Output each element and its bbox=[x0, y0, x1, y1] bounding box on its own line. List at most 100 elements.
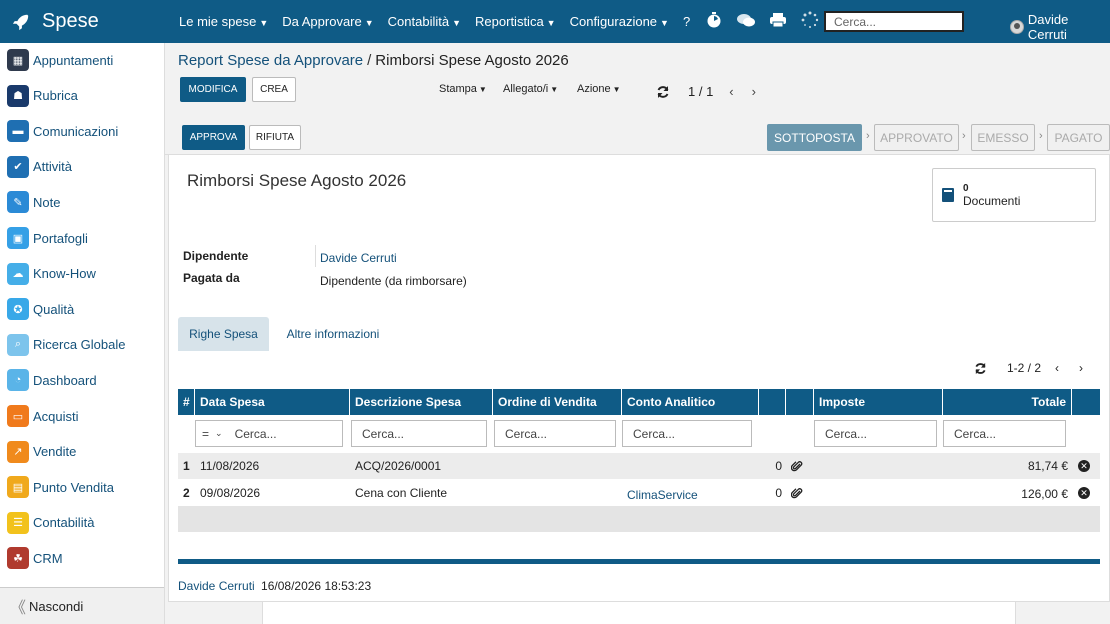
column-header: # bbox=[178, 389, 195, 415]
breadcrumb-parent[interactable]: Report Spese da Approvare bbox=[178, 52, 363, 69]
sidebar-item-label: Vendite bbox=[33, 444, 77, 460]
sidebar-item-acquisti[interactable]: ▭ Acquisti bbox=[0, 401, 164, 431]
row-description: Cena con Cliente bbox=[355, 486, 448, 500]
refresh-icon[interactable] bbox=[656, 85, 670, 99]
sidebar-item-label: Portafogli bbox=[33, 230, 88, 246]
column-header[interactable]: Conto Analitico bbox=[622, 389, 759, 415]
stage-issued[interactable]: EMESSO bbox=[971, 124, 1035, 151]
create-button[interactable]: CREA bbox=[252, 77, 296, 102]
stage-approved[interactable]: APPROVATO bbox=[874, 124, 959, 151]
row-total: 81,74 € bbox=[1027, 459, 1068, 473]
total-filter[interactable] bbox=[943, 420, 1066, 447]
column-header[interactable]: Descrizione Spesa bbox=[350, 389, 493, 415]
sidebar-item-comunicazioni[interactable]: ▬ Comunicazioni bbox=[0, 116, 164, 146]
next-page-button[interactable]: › bbox=[1079, 361, 1083, 375]
date-filter[interactable]: = ⌄ Cerca... bbox=[195, 420, 343, 447]
delete-row-icon[interactable]: ✕ bbox=[1072, 453, 1100, 479]
column-header[interactable]: Imposte bbox=[814, 389, 943, 415]
stage-submitted[interactable]: SOTTOPOSTA bbox=[767, 124, 862, 151]
user-name: Davide Cerruti bbox=[1027, 12, 1069, 42]
chat-bubbles-icon[interactable] bbox=[736, 10, 756, 30]
sidebar-item-portafogli[interactable]: ▣ Portafogli bbox=[0, 223, 164, 253]
table-header: # Data Spesa Descrizione Spesa Ordine di… bbox=[178, 389, 1100, 415]
column-header[interactable]: Data Spesa bbox=[195, 389, 350, 415]
prev-page-button[interactable]: ‹ bbox=[1055, 361, 1059, 375]
sidebar-item-qualit[interactable]: ✪ Qualità bbox=[0, 294, 164, 324]
stage-arrow-icon: › bbox=[1039, 130, 1043, 142]
sidebar-item-label: CRM bbox=[33, 550, 63, 566]
sidebar-item-crm[interactable]: ☘ CRM bbox=[0, 543, 164, 573]
paperclip-icon[interactable] bbox=[786, 480, 814, 506]
prev-record-button[interactable]: ‹ bbox=[729, 84, 733, 99]
sidebar-item-appuntamenti[interactable]: ▦ Appuntamenti bbox=[0, 45, 164, 75]
employee-value[interactable]: Davide Cerruti bbox=[320, 251, 397, 265]
caret-down-icon: ▼ bbox=[546, 18, 556, 28]
timer-icon[interactable] bbox=[704, 10, 724, 30]
menu-le-mie-spese[interactable]: Le mie spese ▼ bbox=[179, 14, 268, 29]
row-description: ACQ/2026/0001 bbox=[355, 459, 442, 473]
refresh-icon[interactable] bbox=[974, 362, 987, 375]
menu-reportistica[interactable]: Reportistica ▼ bbox=[475, 14, 556, 29]
action-dropdown[interactable]: Azione ▼ bbox=[577, 83, 621, 95]
sidebar-item-contabilit[interactable]: ☰ Contabilità bbox=[0, 508, 164, 538]
table-row[interactable]: 1 11/08/2026 ACQ/2026/0001 0 81,74 € ✕ bbox=[178, 453, 1100, 479]
filter-row: = ⌄ Cerca... bbox=[178, 415, 1100, 453]
attachment-dropdown[interactable]: Allegato/i ▼ bbox=[503, 83, 558, 95]
sidebar-item-attivit[interactable]: ✔ Attività bbox=[0, 152, 164, 182]
audit-timestamp: 16/08/2026 18:53:23 bbox=[261, 579, 372, 593]
table-empty-row bbox=[178, 532, 1100, 558]
row-analytic[interactable] bbox=[622, 453, 759, 479]
loading-spinner-icon bbox=[800, 10, 820, 30]
audit-user[interactable]: Davide Cerruti bbox=[178, 579, 255, 593]
row-analytic[interactable]: ClimaService bbox=[622, 480, 759, 506]
caret-down-icon: ▼ bbox=[550, 85, 559, 94]
user-menu[interactable]: Davide Cerruti bbox=[1010, 12, 1110, 42]
row-taxes bbox=[814, 480, 943, 506]
paperclip-icon[interactable] bbox=[786, 453, 814, 479]
refuse-button[interactable]: RIFIUTA bbox=[249, 125, 301, 150]
menu-da-approvare[interactable]: Da Approvare ▼ bbox=[282, 14, 373, 29]
print-icon[interactable] bbox=[768, 10, 788, 30]
paid-by-label: Pagata da bbox=[183, 271, 240, 285]
caret-down-icon: ▼ bbox=[660, 18, 669, 28]
sidebar-item-know-how[interactable]: ☁ Know-How bbox=[0, 259, 164, 289]
sidebar-item-note[interactable]: ✎ Note bbox=[0, 187, 164, 217]
sidebar-item-punto-vendita[interactable]: ▤ Punto Vendita bbox=[0, 472, 164, 502]
analytic-filter[interactable] bbox=[622, 420, 752, 447]
sidebar-item-dashboard[interactable]: ◔ Dashboard bbox=[0, 365, 164, 395]
tab-other-info[interactable]: Altre informazioni bbox=[278, 317, 388, 351]
stage-paid[interactable]: PAGATO bbox=[1047, 124, 1110, 151]
description-filter[interactable] bbox=[351, 420, 487, 447]
column-header[interactable]: Totale bbox=[943, 389, 1072, 415]
print-dropdown[interactable]: Stampa ▼ bbox=[439, 83, 487, 95]
sidebar-item-vendite[interactable]: ↗ Vendite bbox=[0, 437, 164, 467]
sidebar-item-label: Appuntamenti bbox=[33, 52, 114, 68]
app-brand[interactable]: Spese bbox=[0, 0, 165, 43]
menu-configurazione[interactable]: Configurazione ▼ bbox=[570, 14, 669, 29]
tab-expense-lines[interactable]: Righe Spesa bbox=[178, 317, 269, 351]
stage-arrow-icon: › bbox=[962, 130, 966, 142]
global-search-input[interactable] bbox=[824, 11, 964, 32]
sale-order-filter[interactable] bbox=[494, 420, 616, 447]
taxes-filter[interactable] bbox=[814, 420, 937, 447]
menu-help[interactable]: ? bbox=[683, 14, 690, 29]
column-header[interactable]: Ordine di Vendita bbox=[493, 389, 622, 415]
sidebar-item-rubrica[interactable]: ☗ Rubrica bbox=[0, 81, 164, 111]
row-date: 11/08/2026 bbox=[200, 459, 260, 473]
sidebar-item-label: Know-How bbox=[33, 266, 96, 282]
quality-icon: ✪ bbox=[7, 298, 29, 321]
sidebar-item-label: Rubrica bbox=[33, 88, 78, 104]
sidebar-item-ricerca-globale[interactable]: ⌕ Ricerca Globale bbox=[0, 330, 164, 360]
lock-icon: ▣ bbox=[7, 227, 29, 249]
breadcrumb-separator: / bbox=[367, 52, 372, 69]
hide-sidebar-button[interactable]: 《 Nascondi bbox=[0, 587, 164, 624]
approve-button[interactable]: APPROVA bbox=[182, 125, 245, 150]
menu-contabilita[interactable]: Contabilità ▼ bbox=[388, 14, 461, 29]
next-record-button[interactable]: › bbox=[752, 84, 756, 99]
table-row[interactable]: 2 09/08/2026 Cena con Cliente ClimaServi… bbox=[178, 480, 1100, 506]
filter-operator[interactable]: = bbox=[202, 427, 209, 441]
edit-button[interactable]: MODIFICA bbox=[180, 77, 246, 102]
row-taxes bbox=[814, 453, 943, 479]
delete-row-icon[interactable]: ✕ bbox=[1072, 480, 1100, 506]
documents-smart-button[interactable]: 0 Documenti bbox=[932, 168, 1096, 222]
